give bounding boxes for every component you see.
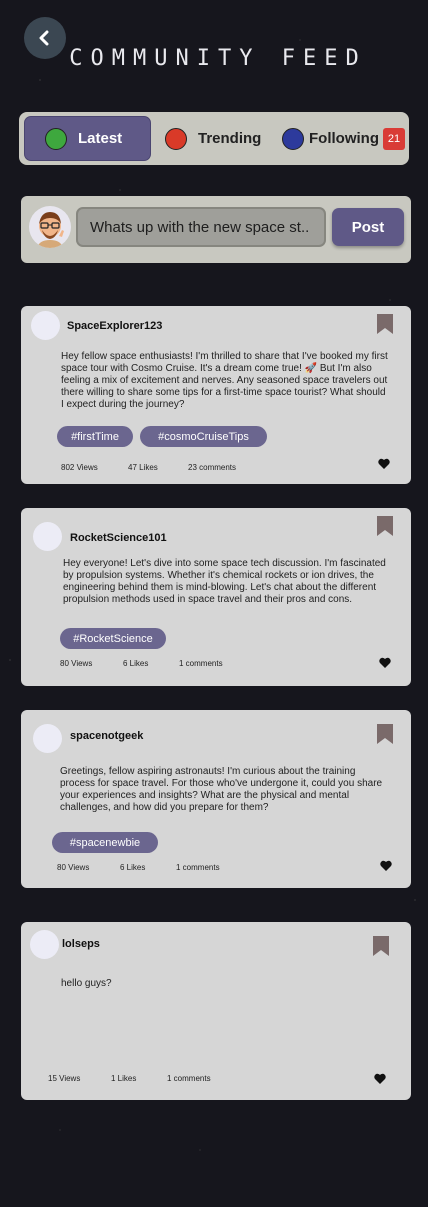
blue-dot-icon	[282, 127, 304, 150]
red-dot-icon	[165, 127, 187, 150]
comments-count[interactable]: 1 comments	[179, 659, 223, 668]
bookmark-icon[interactable]	[377, 314, 393, 334]
likes-count: 1 Likes	[111, 1074, 137, 1083]
tab-following-label: Following	[309, 130, 379, 147]
post-tag[interactable]: #firstTime	[57, 426, 133, 447]
heart-icon[interactable]	[374, 1073, 386, 1084]
tab-latest[interactable]: Latest	[24, 116, 151, 161]
green-dot-icon	[45, 127, 67, 150]
user-avatar[interactable]	[33, 522, 62, 551]
bookmark-icon[interactable]	[377, 724, 393, 744]
memoji-avatar-icon	[37, 212, 64, 248]
comments-count[interactable]: 23 comments	[188, 463, 236, 472]
heart-icon[interactable]	[380, 860, 392, 871]
likes-count: 6 Likes	[120, 863, 146, 872]
post-body: Hey fellow space enthusiasts! I'm thrill…	[61, 351, 388, 410]
post-tag[interactable]: #spacenewbie	[52, 832, 158, 853]
tab-trending-label: Trending	[198, 130, 262, 147]
post-username[interactable]: SpaceExplorer123	[67, 320, 162, 332]
views-count: 802 Views	[61, 463, 98, 472]
heart-icon[interactable]	[378, 458, 390, 469]
post-card[interactable]: RocketScience101 Hey everyone! Let's div…	[21, 508, 411, 686]
post-body: hello guys?	[61, 978, 112, 989]
post-body: Greetings, fellow aspiring astronauts! I…	[60, 766, 383, 813]
post-composer: Post	[21, 196, 411, 263]
post-card[interactable]: lolseps hello guys? 15 Views 1 Likes 1 c…	[21, 922, 411, 1100]
comments-count[interactable]: 1 comments	[176, 863, 220, 872]
post-button[interactable]: Post	[332, 208, 404, 246]
post-card[interactable]: SpaceExplorer123 Hey fellow space enthus…	[21, 306, 411, 484]
tab-following[interactable]: Following 21	[282, 116, 405, 161]
notification-badge: 21	[382, 127, 405, 150]
post-username[interactable]: RocketScience101	[70, 532, 167, 544]
post-tag[interactable]: #RocketScience	[60, 628, 166, 649]
user-avatar[interactable]	[30, 930, 59, 959]
avatar[interactable]	[29, 206, 71, 248]
tab-latest-label: Latest	[78, 130, 123, 147]
chevron-left-icon	[39, 30, 49, 46]
tab-trending[interactable]: Trending	[165, 116, 261, 161]
feed-tabs: Latest Trending Following 21	[19, 112, 409, 165]
bookmark-icon[interactable]	[377, 516, 393, 536]
user-avatar[interactable]	[31, 311, 60, 340]
compose-input[interactable]	[76, 207, 326, 247]
views-count: 80 Views	[60, 659, 93, 668]
heart-icon[interactable]	[379, 657, 391, 668]
views-count: 80 Views	[57, 863, 90, 872]
likes-count: 6 Likes	[123, 659, 149, 668]
page-title: COMMUNITY FEED	[69, 46, 367, 71]
comments-count[interactable]: 1 comments	[167, 1074, 211, 1083]
likes-count: 47 Likes	[128, 463, 158, 472]
post-username[interactable]: spacenotgeek	[70, 730, 143, 742]
post-body: Hey everyone! Let's dive into some space…	[63, 558, 386, 605]
user-avatar[interactable]	[33, 724, 62, 753]
bookmark-icon[interactable]	[373, 936, 389, 956]
post-username[interactable]: lolseps	[62, 938, 100, 950]
views-count: 15 Views	[48, 1074, 81, 1083]
post-tag[interactable]: #cosmoCruiseTips	[140, 426, 267, 447]
post-card[interactable]: spacenotgeek Greetings, fellow aspiring …	[21, 710, 411, 888]
